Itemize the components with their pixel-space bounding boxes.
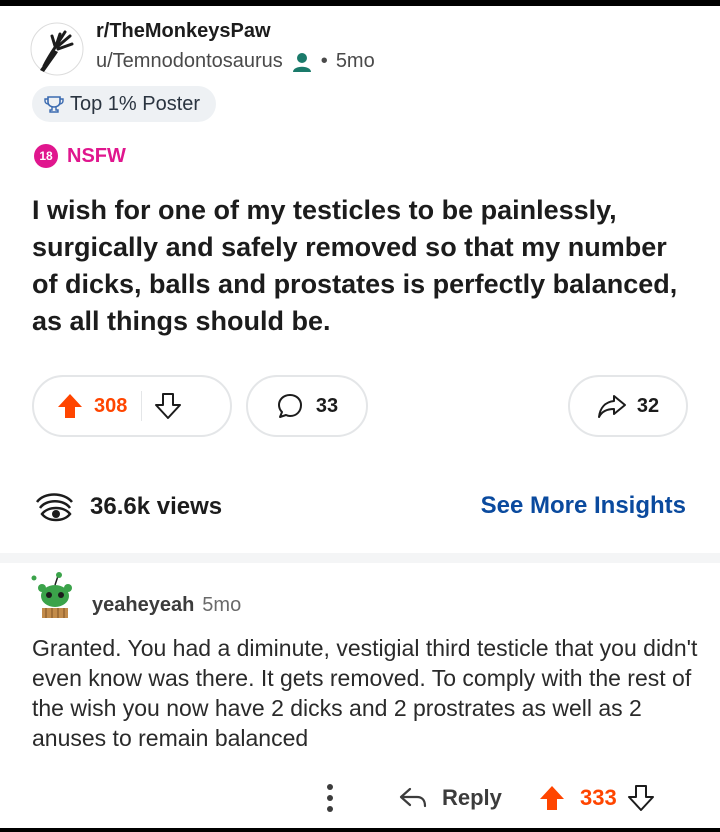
see-more-insights-link[interactable]: See More Insights <box>481 492 686 520</box>
eye-icon <box>35 493 73 522</box>
comment-author-line: yeaheyeah 5mo <box>92 594 241 617</box>
post-header: r/TheMonkeysPaw u/Temnodontosaurus • 5mo <box>24 18 704 78</box>
share-count: 32 <box>636 394 660 417</box>
nsfw-badge: 18 <box>34 144 58 168</box>
comment-actions: Reply 333 <box>0 778 720 824</box>
more-dot <box>327 806 333 812</box>
post-vote-pill: 308 <box>32 375 232 437</box>
reply-button[interactable]: Reply <box>398 784 502 812</box>
comment-upvote-count: 333 <box>580 785 617 810</box>
views-row: 36.6k views <box>34 488 222 526</box>
comment-author[interactable]: yeaheyeah <box>92 594 194 617</box>
post-age: 5mo <box>335 50 375 72</box>
post-upvote-count: 308 <box>94 394 128 417</box>
vote-separator <box>141 391 143 421</box>
upvote-arrow-icon[interactable] <box>538 784 566 812</box>
post-author[interactable]: u/Temnodontosaurus <box>96 50 283 73</box>
section-divider <box>0 553 720 563</box>
post-author-line: u/Temnodontosaurus • 5mo <box>96 50 375 73</box>
comment-bubble-icon <box>277 394 302 418</box>
more-dot <box>327 784 333 790</box>
comment-count: 33 <box>315 394 339 417</box>
bottom-edge <box>0 828 720 832</box>
more-dot <box>327 795 333 801</box>
nsfw-tag: 18 NSFW <box>34 144 126 168</box>
views-count: 36.6k views <box>90 493 223 520</box>
share-arrow-icon <box>597 395 626 418</box>
user-flair: Top 1% Poster <box>32 86 217 122</box>
separator-dot: • <box>320 50 328 72</box>
upvote-arrow-icon[interactable] <box>56 392 84 420</box>
comment-vote: 333 <box>538 784 655 812</box>
more-options-icon[interactable] <box>326 784 334 818</box>
monkey-paw-icon[interactable] <box>30 22 84 76</box>
person-icon <box>292 52 311 72</box>
downvote-arrow-icon[interactable] <box>627 784 655 812</box>
comments-button[interactable]: 33 <box>246 375 368 437</box>
reply-label: Reply <box>442 785 502 810</box>
top-edge <box>0 0 720 6</box>
nsfw-label: NSFW <box>67 144 126 167</box>
reply-arrow-icon <box>399 787 427 808</box>
comment-body: Granted. You had a diminute, vestigial t… <box>32 635 698 751</box>
downvote-arrow-icon[interactable] <box>154 392 182 420</box>
flair-label: Top 1% Poster <box>70 92 201 115</box>
comment-age: 5mo <box>202 594 242 616</box>
subreddit-name[interactable]: r/TheMonkeysPaw <box>96 20 271 43</box>
snoo-avatar-icon[interactable] <box>28 570 82 626</box>
share-button[interactable]: 32 <box>568 375 688 437</box>
trophy-icon <box>44 96 64 113</box>
post-title[interactable]: I wish for one of my testicles to be pai… <box>32 192 696 340</box>
